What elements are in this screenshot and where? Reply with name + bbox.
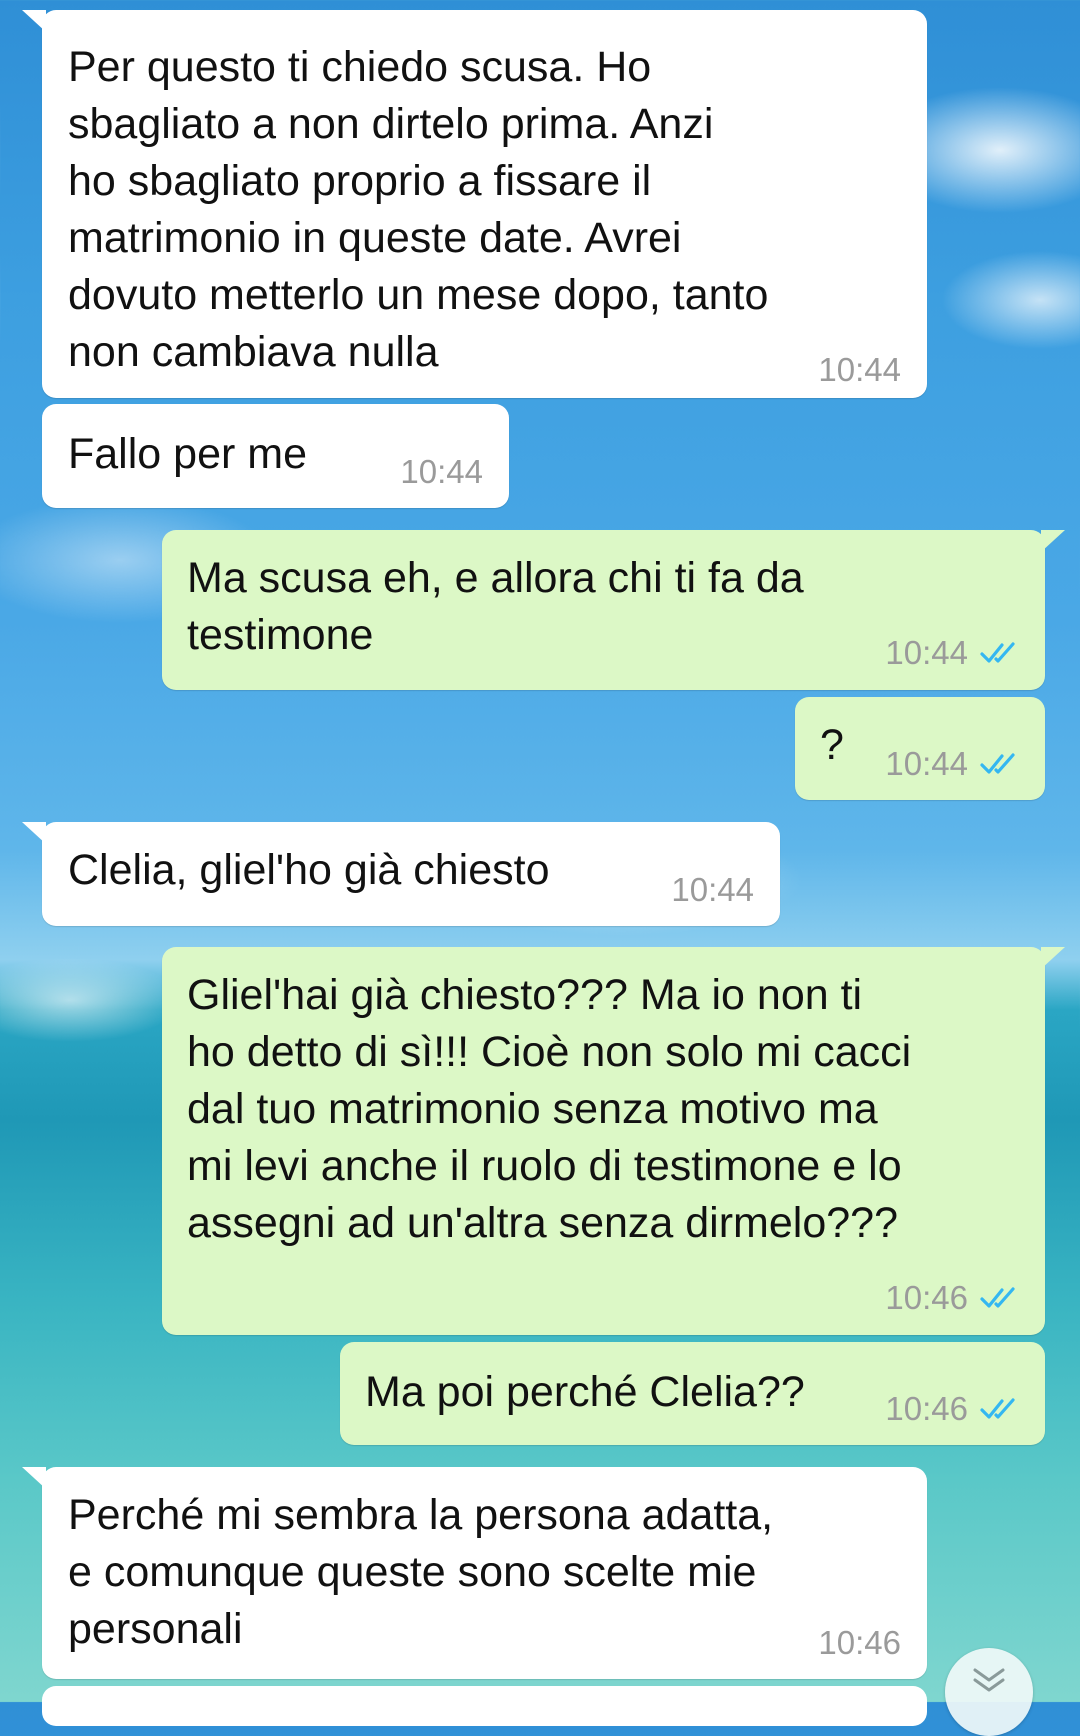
message-meta: 10:44 — [400, 452, 483, 492]
message-time: 10:44 — [885, 634, 968, 671]
message-time: 10:44 — [671, 871, 754, 908]
message-time: 10:46 — [818, 1624, 901, 1661]
message-meta: 10:46 — [885, 1278, 1020, 1318]
double-chevron-down-icon — [973, 1668, 1005, 1692]
double-check-icon — [980, 642, 1015, 663]
message-text: Fallo per me — [68, 430, 307, 478]
message-meta: 10:46 — [818, 1623, 901, 1663]
message-bubble-partial[interactable] — [42, 1686, 927, 1726]
message-text: ? — [820, 721, 844, 769]
message-text: Gliel'hai già chiesto??? Ma io non ti ho… — [187, 971, 912, 1247]
message-bubble-outgoing[interactable]: Ma scusa eh, e allora chi ti fa da testi… — [162, 530, 1065, 690]
message-time: 10:46 — [885, 1390, 968, 1427]
message-time: 10:44 — [885, 745, 968, 782]
scroll-to-bottom-button[interactable] — [945, 1648, 1033, 1736]
message-text: Ma poi perché Clelia?? — [365, 1368, 805, 1416]
message-bubble-incoming[interactable]: Per questo ti chiedo scusa. Ho sbagliato… — [22, 10, 927, 398]
message-bubble-outgoing[interactable]: Ma poi perché Clelia?? 10:46 — [340, 1342, 1045, 1445]
message-time: 10:46 — [885, 1279, 968, 1316]
double-check-icon — [980, 1398, 1015, 1419]
message-bubble-incoming[interactable]: Fallo per me 10:44 — [42, 404, 509, 508]
message-time: 10:44 — [818, 351, 901, 388]
double-check-icon — [980, 1287, 1015, 1308]
message-meta: 10:44 — [885, 744, 1020, 784]
double-check-icon — [980, 753, 1015, 774]
message-text: Clelia, gliel'ho già chiesto — [68, 846, 550, 894]
message-meta: 10:44 — [885, 633, 1020, 673]
message-bubble-outgoing[interactable]: Gliel'hai già chiesto??? Ma io non ti ho… — [162, 947, 1065, 1335]
message-bubble-outgoing[interactable]: ? 10:44 — [795, 697, 1045, 800]
message-meta: 10:44 — [818, 350, 901, 390]
message-meta: 10:44 — [671, 870, 754, 910]
message-text: Perché mi sembra la persona adatta, e co… — [68, 1491, 774, 1653]
message-bubble-incoming[interactable]: Clelia, gliel'ho già chiesto 10:44 — [22, 822, 780, 926]
message-meta: 10:46 — [885, 1389, 1020, 1429]
message-time: 10:44 — [400, 453, 483, 490]
message-bubble-incoming[interactable]: Perché mi sembra la persona adatta, e co… — [22, 1467, 927, 1679]
message-text: Per questo ti chiedo scusa. Ho sbagliato… — [68, 43, 769, 376]
